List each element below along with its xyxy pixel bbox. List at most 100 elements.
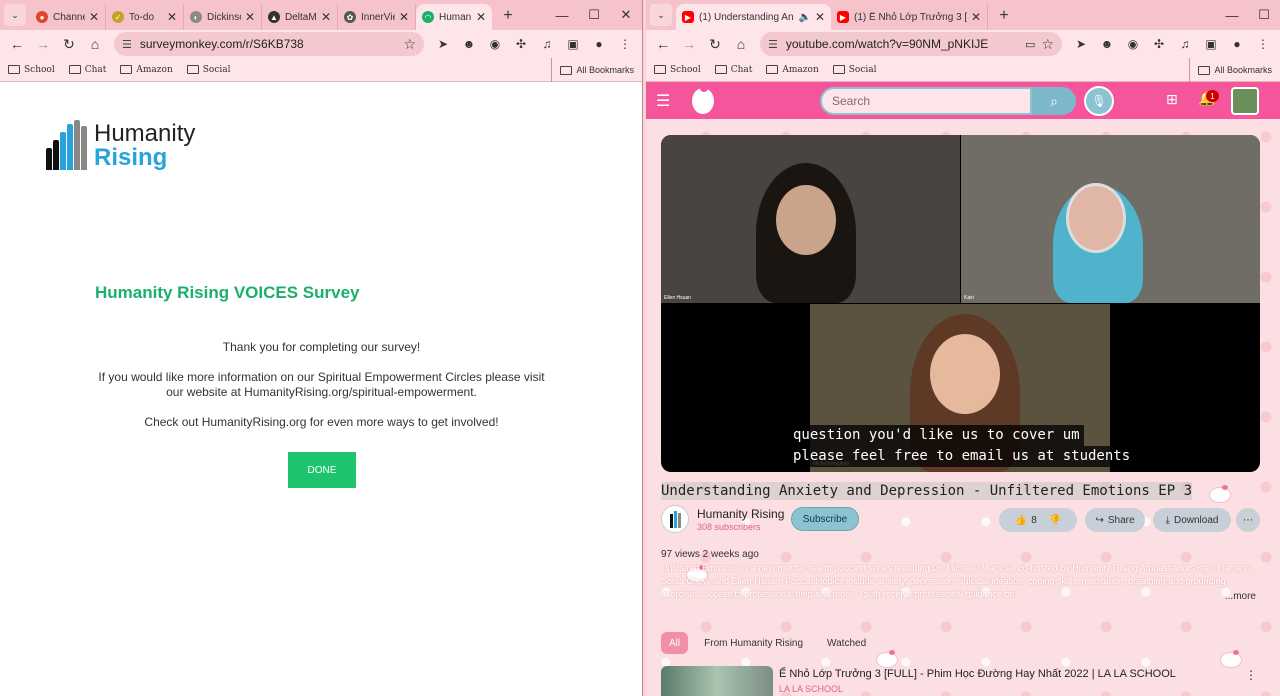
- bookmark-star-icon[interactable]: ☆: [403, 36, 416, 53]
- home-icon[interactable]: ⌂: [730, 33, 752, 55]
- recommended-channel[interactable]: LA LA SCHOOL: [779, 684, 843, 694]
- create-video-icon[interactable]: ⊞: [1166, 91, 1178, 108]
- extension-face-icon[interactable]: ☻: [458, 33, 480, 55]
- media-control-icon[interactable]: ♫: [1174, 33, 1196, 55]
- close-icon[interactable]: ✕: [167, 10, 177, 24]
- side-panel-icon[interactable]: ▣: [562, 33, 584, 55]
- channel-name[interactable]: Humanity Rising: [697, 507, 784, 521]
- new-tab-button[interactable]: +: [992, 4, 1016, 28]
- youtube-themed-logo[interactable]: [692, 84, 714, 114]
- bookmark-folder-chat[interactable]: Chat: [714, 65, 752, 75]
- address-bar[interactable]: ☰ surveymonkey.com/r/S6KB738 ☆: [114, 32, 424, 56]
- tab-title: Human: [439, 11, 472, 23]
- audio-playing-icon[interactable]: 🔈: [798, 12, 810, 23]
- close-icon[interactable]: ✕: [399, 10, 409, 24]
- minimize-icon[interactable]: —: [1216, 0, 1248, 30]
- cast-icon[interactable]: ▭: [1025, 38, 1035, 51]
- like-count[interactable]: 8: [1031, 515, 1037, 526]
- close-icon[interactable]: ✕: [971, 10, 981, 24]
- window-controls: — ☐ ✕: [546, 0, 642, 30]
- reload-icon[interactable]: ↻: [58, 33, 80, 55]
- thumbs-down-icon[interactable]: 👎: [1049, 515, 1061, 526]
- extension-counter-icon[interactable]: ◉: [1122, 33, 1144, 55]
- download-button[interactable]: ⤓ Download: [1153, 508, 1231, 532]
- tab-youtube-anxiety[interactable]: ▶ (1) Understanding Anxiety a 🔈 ✕: [676, 4, 831, 30]
- menu-kebab-icon[interactable]: ⋮: [614, 33, 636, 55]
- site-info-icon[interactable]: ☰: [768, 38, 778, 51]
- bookmark-folder-school[interactable]: School: [654, 65, 701, 75]
- home-icon[interactable]: ⌂: [84, 33, 106, 55]
- close-icon[interactable]: ✕: [245, 10, 255, 24]
- channel-avatar[interactable]: [661, 505, 689, 533]
- media-control-icon[interactable]: ♫: [536, 33, 558, 55]
- close-icon[interactable]: ✕: [89, 10, 99, 24]
- recommended-thumbnail[interactable]: [661, 666, 773, 696]
- site-info-icon[interactable]: ☰: [122, 38, 132, 51]
- new-tab-button[interactable]: +: [496, 4, 520, 28]
- close-icon[interactable]: ✕: [476, 10, 486, 24]
- bookmark-folder-school[interactable]: School: [8, 65, 55, 75]
- back-icon[interactable]: ←: [6, 33, 28, 55]
- close-icon[interactable]: ✕: [815, 10, 825, 24]
- done-button[interactable]: DONE: [288, 452, 356, 488]
- bookmark-folder-social[interactable]: Social: [832, 64, 877, 75]
- address-bar[interactable]: ☰ youtube.com/watch?v=90NM_pNKIJE ▭ ☆: [760, 32, 1062, 56]
- close-window-icon[interactable]: ✕: [610, 0, 642, 30]
- tab-todo[interactable]: ✓ To-do ✕: [106, 4, 184, 30]
- maximize-icon[interactable]: ☐: [578, 0, 610, 30]
- profile-icon[interactable]: ●: [1226, 33, 1248, 55]
- all-bookmarks-button[interactable]: All Bookmarks: [1189, 58, 1272, 82]
- show-more-link[interactable]: ...more: [1225, 591, 1256, 602]
- extensions-puzzle-icon[interactable]: ✣: [1148, 33, 1170, 55]
- more-options-icon[interactable]: ⋮: [1245, 668, 1257, 682]
- menu-icon[interactable]: ☰: [656, 91, 682, 111]
- maximize-icon[interactable]: ☐: [1248, 0, 1280, 30]
- tab-search-icon[interactable]: ⌄: [4, 4, 26, 26]
- account-avatar[interactable]: [1231, 87, 1259, 115]
- search-icon[interactable]: ⌕: [1032, 87, 1076, 115]
- extension-cursor-icon[interactable]: ➤: [432, 33, 454, 55]
- share-button[interactable]: ↪ Share: [1085, 508, 1145, 532]
- bookmark-folder-amazon[interactable]: Amazon: [766, 64, 819, 75]
- recommended-video[interactable]: Ế Nhỏ Lớp Trưởng 3 [FULL] - Phim Học Đườ…: [661, 666, 1261, 696]
- forward-icon[interactable]: →: [678, 33, 700, 55]
- side-panel-icon[interactable]: ▣: [1200, 33, 1222, 55]
- bookmark-label: Social: [848, 64, 877, 75]
- back-icon[interactable]: ←: [652, 33, 674, 55]
- tab-channel[interactable]: ● Channel ✕: [30, 4, 106, 30]
- bookmark-label: Amazon: [782, 64, 819, 75]
- tab-humanity-survey[interactable]: ◠ Human ✕: [416, 4, 492, 30]
- bookmark-star-icon[interactable]: ☆: [1041, 36, 1054, 53]
- profile-icon[interactable]: ●: [588, 33, 610, 55]
- tab-search-icon[interactable]: ⌄: [650, 4, 672, 26]
- video-player[interactable]: Ellen Hsuan Kairi michellemagiola questi…: [661, 135, 1260, 472]
- recommended-title[interactable]: Ế Nhỏ Lớp Trưởng 3 [FULL] - Phim Học Đườ…: [779, 668, 1176, 680]
- reload-icon[interactable]: ↻: [704, 33, 726, 55]
- thumbs-up-icon[interactable]: 👍: [1015, 515, 1027, 526]
- menu-kebab-icon[interactable]: ⋮: [1252, 33, 1274, 55]
- more-actions-icon[interactable]: ⋯: [1236, 508, 1260, 532]
- forward-icon[interactable]: →: [32, 33, 54, 55]
- share-label: Share: [1107, 514, 1135, 526]
- tab-innerview[interactable]: ✿ InnerVie ✕: [338, 4, 416, 30]
- tab-youtube-lalaschool[interactable]: ▶ (1) Ế Nhỏ Lớp Trưởng 3 [FULL] ✕: [831, 4, 988, 30]
- bookmark-folder-social[interactable]: Social: [186, 65, 231, 75]
- tab-dickinson[interactable]: ◐ Dickinso ✕: [184, 4, 262, 30]
- tab-deltamath[interactable]: ▲ DeltaMa ✕: [262, 4, 338, 30]
- chip-all[interactable]: All: [661, 632, 689, 654]
- extension-cursor-icon[interactable]: ➤: [1070, 33, 1092, 55]
- extension-circle-icon[interactable]: ◉: [484, 33, 506, 55]
- all-bookmarks-button[interactable]: All Bookmarks: [551, 58, 634, 82]
- video-description[interactable]: 97 views 2 weeks ago Unfiltered Emotions…: [661, 548, 1256, 606]
- extension-face-icon[interactable]: ☻: [1096, 33, 1118, 55]
- microphone-icon[interactable]: 🎙: [1084, 86, 1114, 116]
- minimize-icon[interactable]: —: [546, 0, 578, 30]
- chip-watched[interactable]: Watched: [819, 632, 874, 654]
- extensions-puzzle-icon[interactable]: ✣: [510, 33, 532, 55]
- search-input[interactable]: Search: [820, 87, 1032, 115]
- chip-from-channel[interactable]: From Humanity Rising: [696, 632, 811, 654]
- close-icon[interactable]: ✕: [321, 10, 331, 24]
- subscribe-button[interactable]: Subscribe: [791, 507, 859, 531]
- bookmark-folder-chat[interactable]: Chat: [68, 65, 106, 75]
- bookmark-folder-amazon[interactable]: Amazon: [120, 65, 173, 75]
